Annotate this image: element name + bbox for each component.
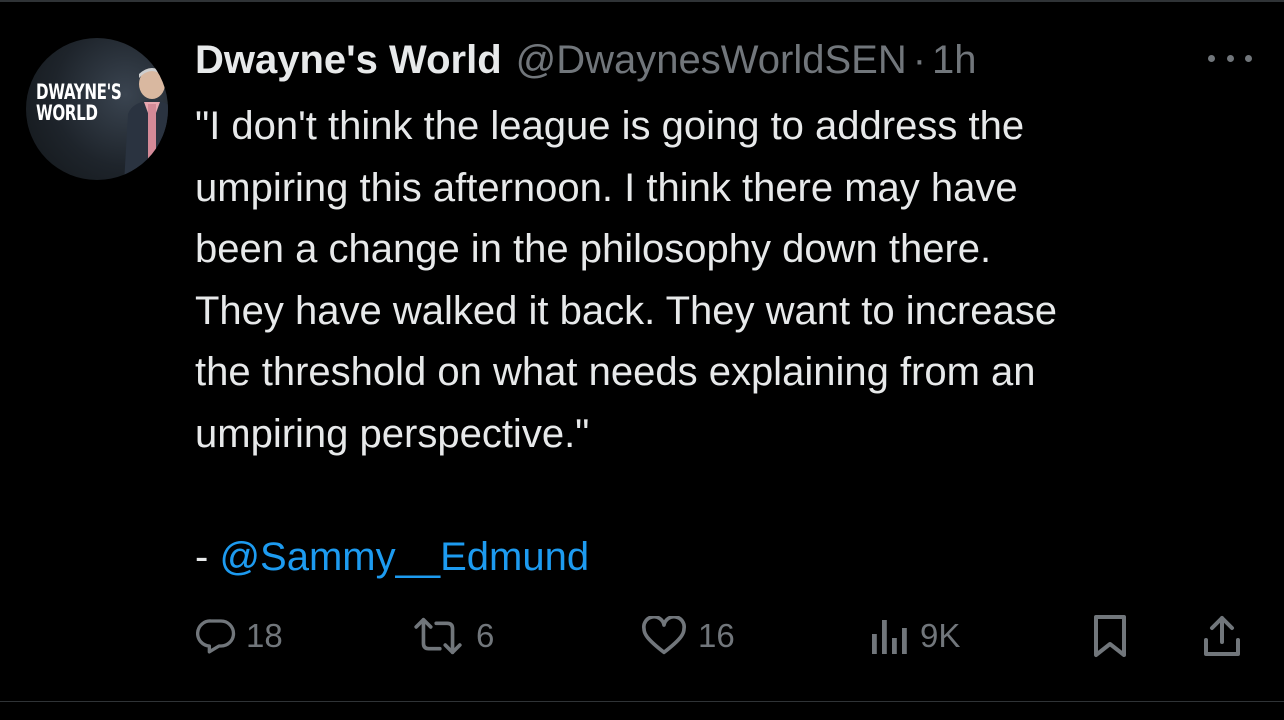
display-name[interactable]: Dwayne's World — [195, 38, 502, 83]
share-button[interactable] — [1200, 606, 1244, 666]
bookmark-button[interactable] — [1090, 606, 1130, 666]
header-separator: · — [912, 38, 927, 82]
top-divider — [0, 0, 1284, 2]
heart-icon — [642, 616, 686, 655]
repost-button[interactable]: 6 — [410, 606, 494, 666]
avatar[interactable]: DWAYNE'S WORLD — [26, 38, 168, 180]
views-icon — [872, 620, 907, 654]
views-count: 9K — [920, 617, 961, 654]
bookmark-icon — [1094, 615, 1126, 657]
tweet-header: Dwayne's World @DwaynesWorldSEN · 1h — [195, 38, 977, 82]
action-bar: 18 6 16 9K — [0, 606, 1284, 666]
tweet-attribution: - @Sammy__Edmund — [195, 527, 589, 589]
tweet-body: "I don't think the league is going to ad… — [195, 104, 1057, 456]
timestamp[interactable]: 1h — [932, 38, 977, 83]
views-button[interactable]: 9K — [870, 606, 960, 666]
like-button[interactable]: 16 — [640, 606, 735, 666]
avatar-person-icon — [124, 68, 168, 180]
like-count: 16 — [698, 617, 735, 654]
repost-count: 6 — [476, 617, 495, 654]
share-icon — [1204, 616, 1240, 656]
repost-icon — [414, 617, 462, 655]
attribution-prefix: - — [195, 535, 220, 579]
bottom-divider — [0, 701, 1284, 720]
reply-count: 18 — [246, 617, 283, 654]
reply-icon — [196, 619, 236, 654]
reply-button[interactable]: 18 — [196, 606, 283, 666]
more-icon[interactable] — [1208, 48, 1252, 68]
user-handle[interactable]: @DwaynesWorldSEN — [516, 38, 907, 83]
avatar-logo-text: DWAYNE'S WORLD — [36, 80, 122, 125]
mention-link[interactable]: @Sammy__Edmund — [219, 535, 589, 579]
